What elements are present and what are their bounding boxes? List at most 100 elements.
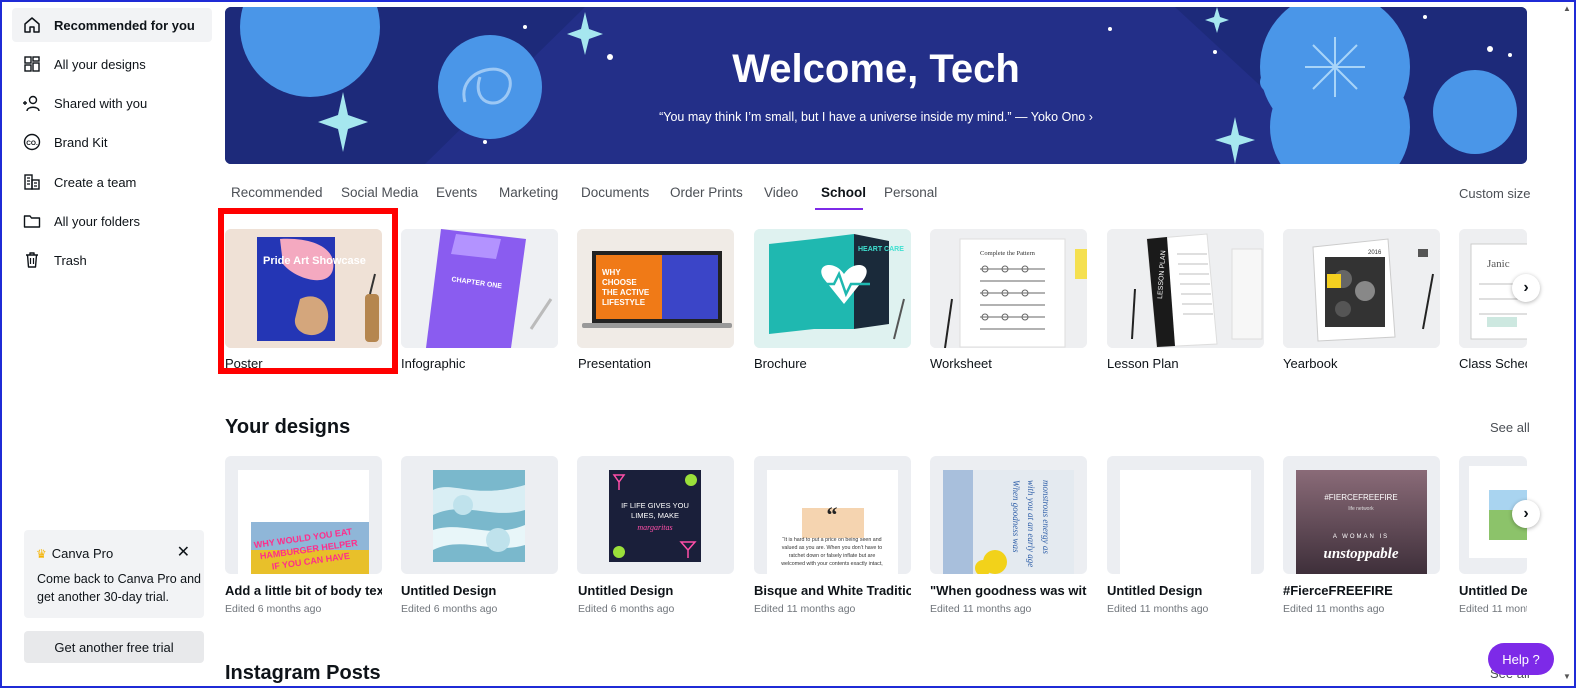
svg-text:monstrous energy as: monstrous energy as — [1041, 480, 1051, 554]
design-edited-time: Edited 11 months ago — [1283, 603, 1385, 615]
trash-icon — [22, 250, 42, 270]
design-edited-time: Edited 6 months ago — [225, 603, 322, 615]
sidebar: Recommended for you All your designs Sha… — [2, 2, 214, 686]
design-name[interactable]: Untitled Design — [1107, 583, 1264, 598]
sidebar-item-label: Recommended for you — [54, 17, 195, 33]
design-name[interactable]: Bisque and White Traditio... — [754, 583, 911, 598]
design-name[interactable]: Add a little bit of body text — [225, 583, 382, 598]
worksheet-thumbnail: Complete the Pattern — [930, 229, 1087, 348]
sidebar-item-label: All your designs — [54, 56, 146, 72]
template-label-class-schedule[interactable]: Class Schedu — [1459, 356, 1527, 371]
template-card-brochure[interactable]: HEART CARE — [754, 229, 911, 348]
design-card[interactable]: When goodness was with you at an early a… — [930, 456, 1087, 574]
template-label-infographic[interactable]: Infographic — [401, 356, 465, 371]
svg-text:LIMES, MAKE: LIMES, MAKE — [631, 511, 679, 520]
template-card-presentation[interactable]: WHY CHOOSE THE ACTIVE LIFESTYLE — [577, 229, 734, 348]
svg-text:WHY: WHY — [602, 268, 621, 277]
home-icon — [22, 15, 42, 35]
design-thumbnail — [433, 470, 525, 562]
design-name[interactable]: "When goodness was with... — [930, 583, 1087, 598]
tab-recommended[interactable]: Recommended — [231, 185, 323, 200]
template-label-presentation[interactable]: Presentation — [578, 356, 651, 371]
design-name[interactable]: Untitled Des — [1459, 583, 1527, 598]
close-icon[interactable]: ✕ — [177, 542, 190, 562]
brand-kit-icon: CO. — [22, 132, 42, 152]
tab-events[interactable]: Events — [436, 185, 477, 200]
svg-text:IF LIFE GIVES YOU: IF LIFE GIVES YOU — [621, 501, 689, 510]
svg-text:unstoppable: unstoppable — [1323, 546, 1398, 562]
template-card-worksheet[interactable]: Complete the Pattern — [930, 229, 1087, 348]
sidebar-item-shared[interactable]: Shared with you — [12, 86, 212, 120]
design-card[interactable] — [1107, 456, 1264, 574]
design-card[interactable]: IF LIFE GIVES YOU LIMES, MAKE margaritas — [577, 456, 734, 574]
sidebar-item-folders[interactable]: All your folders — [12, 204, 212, 238]
templates-next-button[interactable]: › — [1512, 274, 1540, 302]
quote-link[interactable]: “You may think I’m small, but I have a u… — [225, 110, 1527, 124]
svg-text:ratchet down or falsely inflat: ratchet down or falsely inflate but are — [789, 553, 876, 559]
design-thumbnail — [1120, 470, 1251, 574]
design-edited-time: Edited 11 months ago — [754, 603, 856, 615]
design-name[interactable]: Untitled Design — [401, 583, 558, 598]
active-tab-indicator — [815, 208, 863, 210]
sidebar-item-brand-kit[interactable]: CO. Brand Kit — [12, 125, 212, 159]
svg-text:with you at an early age: with you at an early age — [1026, 480, 1036, 567]
template-card-infographic[interactable]: CHAPTER ONE — [401, 229, 558, 348]
svg-text:CO.: CO. — [26, 140, 38, 147]
svg-text:A WOMAN IS: A WOMAN IS — [1333, 534, 1389, 540]
your-designs-see-all[interactable]: See all — [1490, 420, 1530, 435]
design-card[interactable]: WHY WOULD YOU EAT HAMBURGER HELPER IF YO… — [225, 456, 382, 574]
template-card-yearbook[interactable]: 2016 — [1283, 229, 1440, 348]
svg-text:margaritas: margaritas — [637, 523, 672, 532]
help-button[interactable]: Help ? — [1488, 643, 1554, 675]
lesson-plan-thumbnail: LESSON PLAN — [1107, 229, 1264, 348]
tab-personal[interactable]: Personal — [884, 185, 937, 200]
tab-documents[interactable]: Documents — [581, 185, 649, 200]
custom-size-button[interactable]: Custom size — [1459, 186, 1531, 201]
template-label-lesson-plan[interactable]: Lesson Plan — [1107, 356, 1179, 371]
worksheet-thumb-text: Complete the Pattern — [980, 250, 1036, 257]
design-name[interactable]: #FierceFREEFIRE — [1283, 583, 1440, 598]
team-building-icon — [22, 172, 42, 192]
promo-title-text: Canva Pro — [51, 546, 114, 561]
sidebar-item-create-team[interactable]: Create a team — [12, 165, 212, 199]
scrollbar[interactable]: ▲ ▼ — [1560, 2, 1574, 686]
brochure-thumbnail: HEART CARE — [754, 229, 911, 348]
grid-icon — [22, 54, 42, 74]
svg-text:#FIERCEFREEFIRE: #FIERCEFREEFIRE — [1324, 493, 1397, 502]
design-edited-time: Edited 11 months ago — [1107, 603, 1209, 615]
design-card[interactable]: #FIERCEFREEFIRE life network A WOMAN IS … — [1283, 456, 1440, 574]
scroll-up-icon[interactable]: ▲ — [1563, 4, 1571, 13]
sidebar-item-label: Trash — [54, 252, 87, 268]
template-label-yearbook[interactable]: Yearbook — [1283, 356, 1337, 371]
template-label-brochure[interactable]: Brochure — [754, 356, 807, 371]
design-card[interactable] — [401, 456, 558, 574]
design-card[interactable]: “ “It is hard to put a price on being se… — [754, 456, 911, 574]
tab-order-prints[interactable]: Order Prints — [670, 185, 743, 200]
tab-video[interactable]: Video — [764, 185, 798, 200]
promo-text: Come back to Canva Pro and get another 3… — [37, 572, 201, 604]
design-thumbnail: “ “It is hard to put a price on being se… — [767, 470, 898, 574]
tab-school[interactable]: School — [821, 185, 866, 200]
scroll-down-icon[interactable]: ▼ — [1563, 672, 1571, 681]
design-name[interactable]: Untitled Design — [578, 583, 735, 598]
svg-text:life network: life network — [1348, 506, 1374, 512]
sidebar-item-label: Brand Kit — [54, 134, 108, 150]
free-trial-button[interactable]: Get another free trial — [24, 631, 204, 663]
designs-next-button[interactable]: › — [1512, 500, 1540, 528]
design-thumbnail: When goodness was with you at an early a… — [943, 470, 1074, 574]
svg-text:valued as you are. When you do: valued as you are. When you don’t have t… — [782, 545, 882, 551]
sidebar-item-all-designs[interactable]: All your designs — [12, 47, 212, 81]
sidebar-item-trash[interactable]: Trash — [12, 243, 212, 277]
brochure-thumb-text: HEART CARE — [858, 246, 904, 253]
your-designs-title: Your designs — [225, 416, 351, 438]
yearbook-thumb-text: 2016 — [1368, 250, 1382, 256]
template-label-worksheet[interactable]: Worksheet — [930, 356, 992, 371]
yearbook-thumbnail: 2016 — [1283, 229, 1440, 348]
tab-marketing[interactable]: Marketing — [499, 185, 558, 200]
tab-social-media[interactable]: Social Media — [341, 185, 418, 200]
presentation-thumbnail: WHY CHOOSE THE ACTIVE LIFESTYLE — [577, 229, 734, 348]
template-card-lesson-plan[interactable]: LESSON PLAN — [1107, 229, 1264, 348]
canva-pro-promo: ♛ Canva Pro ✕ Come back to Canva Pro and… — [24, 530, 204, 618]
welcome-title: Welcome, Tech — [732, 47, 1020, 91]
sidebar-item-recommended[interactable]: Recommended for you — [12, 8, 212, 42]
